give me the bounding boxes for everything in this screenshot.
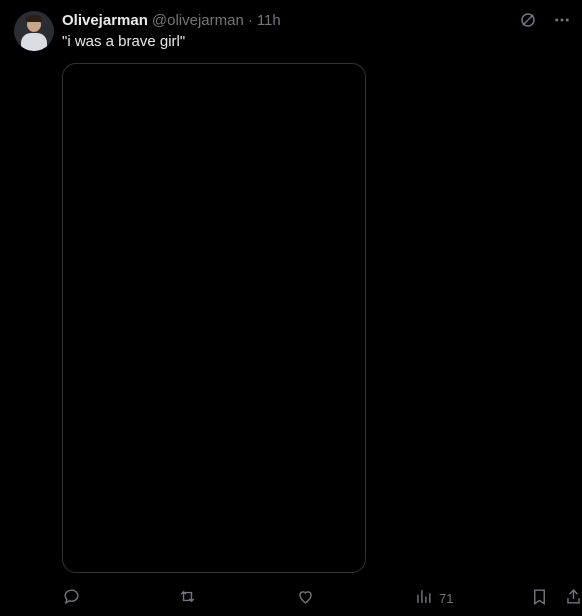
bookmark-icon <box>530 587 549 609</box>
tweet-media[interactable] <box>62 63 366 573</box>
like-button[interactable] <box>296 587 321 609</box>
tweet-header: Olivejarman @olivejarman · 11h <box>62 10 281 30</box>
share-button[interactable] <box>564 587 582 609</box>
reply-icon <box>62 587 81 609</box>
retweet-icon <box>178 587 197 609</box>
avatar[interactable] <box>14 11 54 51</box>
views-icon <box>414 587 433 609</box>
more-icon[interactable] <box>552 10 572 30</box>
grok-icon[interactable] <box>518 10 538 30</box>
retweet-button[interactable] <box>178 587 203 609</box>
timestamp[interactable]: 11h <box>257 12 281 29</box>
views-count: 71 <box>439 590 454 606</box>
action-bar: 71 <box>62 587 582 609</box>
tweet-text: "i was a brave girl" <box>62 33 186 50</box>
avatar-body <box>21 33 47 51</box>
author-name[interactable]: Olivejarman <box>62 12 148 29</box>
tweet[interactable]: Olivejarman @olivejarman · 11h "i was a … <box>0 0 582 616</box>
views-button[interactable]: 71 <box>414 587 453 609</box>
reply-button[interactable] <box>62 587 87 609</box>
like-icon <box>296 587 315 609</box>
tweet-top-icons <box>518 10 572 30</box>
media-placeholder <box>63 64 365 572</box>
separator: · <box>247 11 253 29</box>
author-handle[interactable]: @olivejarman <box>152 12 244 29</box>
share-icon <box>564 587 582 609</box>
avatar-hair <box>26 15 42 22</box>
bookmark-button[interactable] <box>530 587 549 609</box>
